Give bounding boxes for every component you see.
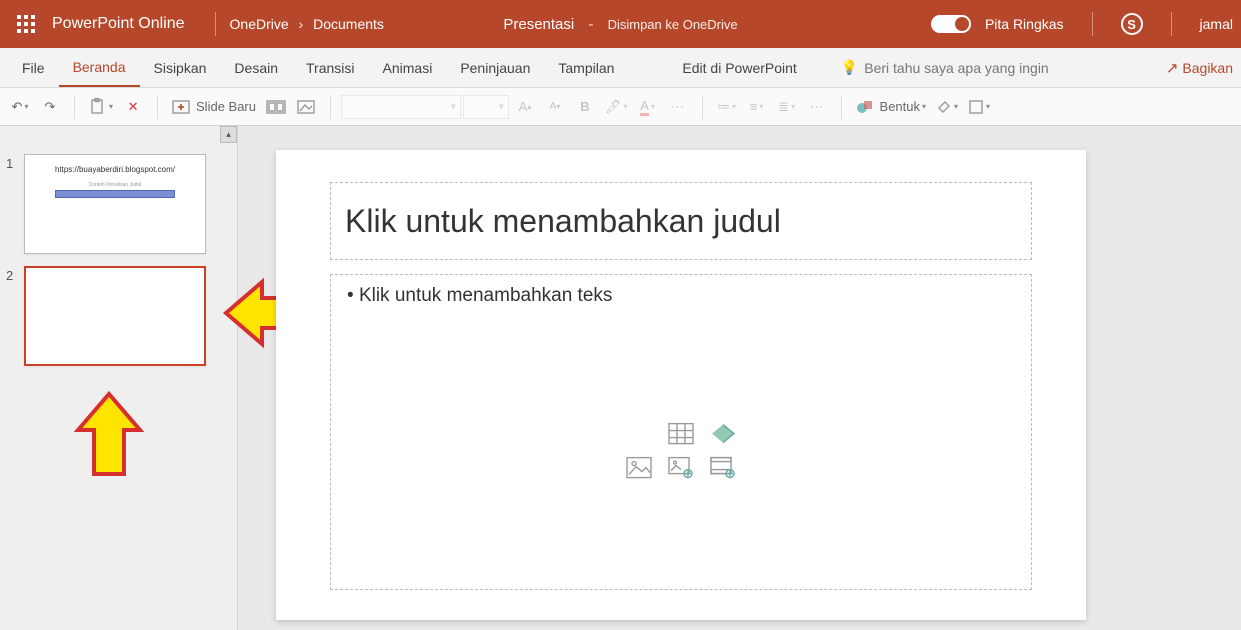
thumbnail-row-2[interactable]: 2 (0, 260, 237, 372)
insert-video-icon[interactable] (708, 456, 738, 480)
divider (1092, 12, 1093, 36)
thumb1-title: https://buayaberdiri.blogspot.com/ (55, 165, 175, 174)
app-name[interactable]: PowerPoint Online (52, 15, 185, 33)
insert-smartart-icon[interactable] (708, 422, 738, 446)
undo-redo-group: ↶▾ ↷ (6, 93, 64, 121)
thumbnail-row-1[interactable]: 1 https://buayaberdiri.blogspot.com/ Con… (0, 148, 237, 260)
simplified-ribbon-toggle[interactable] (931, 15, 971, 33)
layout-button[interactable] (262, 93, 290, 121)
tab-view[interactable]: Tampilan (544, 48, 628, 87)
document-name: Presentasi (503, 16, 574, 33)
insert-online-picture-icon[interactable] (666, 456, 696, 480)
skype-icon[interactable]: S (1121, 13, 1143, 35)
slide-thumbnail-1[interactable]: https://buayaberdiri.blogspot.com/ Conto… (24, 154, 206, 254)
slide-editor[interactable]: Klik untuk menambahkan judul Klik untuk … (238, 126, 1241, 630)
body-placeholder[interactable]: Klik untuk menambahkan teks (330, 274, 1032, 590)
numbering-button[interactable]: ≡▾ (743, 93, 771, 121)
thumbnail-pane[interactable]: ▴ 1 https://buayaberdiri.blogspot.com/ C… (0, 126, 238, 630)
breadcrumb-folder[interactable]: Documents (313, 16, 384, 32)
bold-button[interactable]: B (571, 93, 599, 121)
tab-file[interactable]: File (8, 48, 59, 87)
slide-canvas[interactable]: Klik untuk menambahkan judul Klik untuk … (276, 150, 1086, 620)
new-slide-button[interactable]: Slide Baru (168, 93, 260, 121)
workspace: ▴ 1 https://buayaberdiri.blogspot.com/ C… (0, 126, 1241, 630)
shape-fill-button[interactable]: ▾ (932, 93, 962, 121)
tab-insert[interactable]: Sisipkan (140, 48, 221, 87)
waffle-icon (17, 15, 35, 33)
tell-me-placeholder: Beri tahu saya apa yang ingin (864, 60, 1048, 76)
app-launcher-icon[interactable] (8, 6, 44, 42)
divider (1171, 12, 1172, 36)
drawing-group: Bentuk ▾ ▾ ▾ (852, 93, 995, 121)
ribbon-toolbar: ↶▾ ↷ ▾ ✕ Slide Baru ▾ ▾ A▴ A▾ B 🖊▾ A▾ ⋯ (0, 88, 1241, 126)
paragraph-group: ≔▾ ≡▾ ≣▾ ⋯ (713, 93, 831, 121)
tab-transitions[interactable]: Transisi (292, 48, 369, 87)
paragraph-more-button[interactable]: ⋯ (803, 93, 831, 121)
title-placeholder[interactable]: Klik untuk menambahkan judul (330, 182, 1032, 260)
increase-font-button[interactable]: A▴ (511, 93, 539, 121)
slide-number: 2 (6, 266, 24, 283)
font-size-select[interactable]: ▾ (463, 95, 509, 119)
redo-button[interactable]: ↷ (36, 93, 64, 121)
shapes-button[interactable]: Bentuk ▾ (852, 93, 931, 121)
slide-thumbnail-2[interactable] (24, 266, 206, 366)
divider (215, 12, 216, 36)
tab-review[interactable]: Peninjauan (446, 48, 544, 87)
slides-group: Slide Baru (168, 93, 320, 121)
chevron-right-icon: › (299, 16, 304, 32)
thumb1-bar (55, 190, 175, 198)
font-more-button[interactable]: ⋯ (664, 93, 692, 121)
insert-picture-icon[interactable] (624, 456, 654, 480)
undo-button[interactable]: ↶▾ (6, 93, 34, 121)
simplified-ribbon-label: Pita Ringkas (985, 16, 1064, 32)
breadcrumb[interactable]: OneDrive › Documents (230, 16, 384, 32)
font-group: ▾ ▾ A▴ A▾ B 🖊▾ A▾ ⋯ (341, 93, 692, 121)
section-button[interactable] (292, 93, 320, 121)
font-family-select[interactable]: ▾ (341, 95, 461, 119)
bullets-button[interactable]: ≔▾ (713, 93, 741, 121)
scroll-up-button[interactable]: ▴ (220, 126, 237, 143)
toggle-knob (955, 17, 969, 31)
share-label: Bagikan (1182, 60, 1233, 76)
edit-in-desktop[interactable]: Edit di PowerPoint (668, 48, 810, 87)
thumb1-subtitle: Contoh Penulisan Judul (89, 182, 142, 188)
tell-me-search[interactable]: 💡 Beri tahu saya apa yang ingin (841, 48, 1049, 87)
ribbon-tabs: File Beranda Sisipkan Desain Transisi An… (0, 48, 1241, 88)
insert-table-icon[interactable] (666, 422, 696, 446)
slide-number: 1 (6, 154, 24, 171)
title-bar: PowerPoint Online OneDrive › Documents P… (0, 0, 1241, 48)
content-placeholder-icons (622, 420, 740, 482)
share-button[interactable]: ↗ Bagikan (1166, 48, 1233, 87)
shape-outline-button[interactable]: ▾ (964, 93, 994, 121)
cut-button[interactable]: ✕ (119, 93, 147, 121)
font-color-button[interactable]: A▾ (634, 93, 662, 121)
align-button[interactable]: ≣▾ (773, 93, 801, 121)
tab-home[interactable]: Beranda (59, 48, 140, 87)
title-placeholder-text: Klik untuk menambahkan judul (345, 203, 781, 240)
annotation-arrow-up-icon (72, 390, 146, 478)
save-status: Disimpan ke OneDrive (608, 17, 738, 32)
highlight-button[interactable]: 🖊▾ (601, 93, 632, 121)
share-icon: ↗ (1166, 59, 1179, 77)
tab-design[interactable]: Desain (220, 48, 292, 87)
shapes-label: Bentuk (880, 99, 920, 114)
user-name[interactable]: jamal (1200, 16, 1233, 32)
new-slide-label: Slide Baru (196, 99, 256, 114)
decrease-font-button[interactable]: A▾ (541, 93, 569, 121)
tab-animations[interactable]: Animasi (369, 48, 447, 87)
paste-button[interactable]: ▾ (85, 93, 117, 121)
lightbulb-icon: 💡 (841, 59, 858, 76)
body-placeholder-text: Klik untuk menambahkan teks (347, 285, 1015, 307)
breadcrumb-root[interactable]: OneDrive (230, 16, 289, 32)
clipboard-group: ▾ ✕ (85, 93, 147, 121)
